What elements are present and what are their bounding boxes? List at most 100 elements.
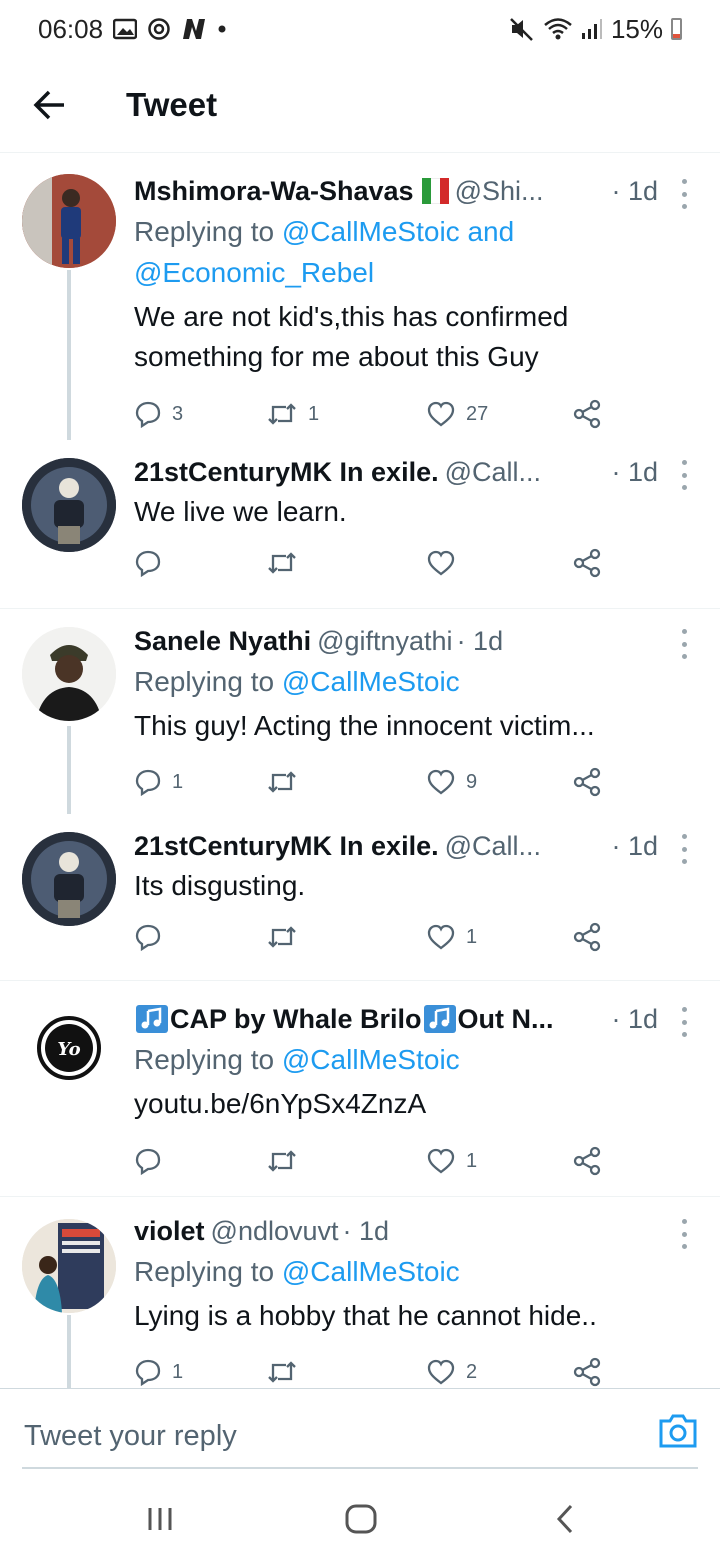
author-name-suffix[interactable]: Out N...: [458, 999, 554, 1039]
more-options-icon[interactable]: [676, 1007, 692, 1037]
mention-link[interactable]: @CallMeStoic: [282, 1256, 460, 1287]
like-button[interactable]: 1: [426, 919, 477, 955]
retweet-button[interactable]: [266, 545, 308, 581]
tweet-item[interactable]: Mshimora-Wa-Shavas @Shi... · 1d Replying…: [0, 153, 720, 440]
tweet-actions: 1 9: [134, 764, 614, 800]
reply-button[interactable]: 3: [134, 396, 183, 432]
like-button[interactable]: 27: [426, 396, 488, 432]
author-name[interactable]: violet: [134, 1211, 205, 1251]
tweet-time[interactable]: · 1d: [339, 1211, 390, 1251]
like-count: 1: [466, 1149, 478, 1172]
camera-icon[interactable]: [658, 1413, 698, 1454]
author-handle[interactable]: @Call...: [445, 452, 541, 492]
tweet-time[interactable]: · 1d: [453, 621, 504, 661]
mention-link[interactable]: @CallMeStoic: [282, 1044, 460, 1075]
like-count: 1: [466, 925, 478, 948]
tweet-item[interactable]: violet @ndlovuvt · 1d Replying to @CallM…: [0, 1197, 720, 1389]
reply-count: 1: [172, 1360, 184, 1383]
replying-to: Replying to @CallMeStoic: [134, 1251, 658, 1292]
like-button[interactable]: [426, 545, 466, 581]
retweet-button[interactable]: [266, 764, 308, 800]
tweet-time[interactable]: · 1d: [605, 999, 658, 1039]
more-options-icon[interactable]: [676, 1219, 692, 1249]
share-button[interactable]: [572, 1143, 602, 1179]
author-name[interactable]: CAP by Whale Brilo: [170, 999, 422, 1039]
share-button[interactable]: [572, 919, 602, 955]
avatar[interactable]: [22, 458, 116, 552]
like-count: 2: [466, 1360, 478, 1383]
heart-icon: [427, 550, 455, 576]
tweet-link[interactable]: youtu.be/6nYpSx4ZnzA: [134, 1084, 658, 1124]
share-button[interactable]: [572, 396, 602, 432]
reply-input[interactable]: [22, 1407, 606, 1465]
tweet-item[interactable]: Sanele Nyathi @giftnyathi · 1d Replying …: [0, 609, 720, 814]
tweet-item[interactable]: 21stCenturyMK In exile. @Call... · 1d It…: [0, 814, 720, 981]
back-arrow-icon[interactable]: [30, 85, 70, 125]
retweet-count: 1: [308, 402, 320, 425]
share-button[interactable]: [572, 545, 602, 581]
status-bar: 06:08 15%: [0, 0, 720, 58]
share-button[interactable]: [572, 764, 602, 800]
retweet-button[interactable]: [266, 919, 308, 955]
replying-to-label: Replying to: [134, 1044, 275, 1075]
author-handle[interactable]: @ndlovuvt: [211, 1211, 339, 1251]
author-name[interactable]: Sanele Nyathi: [134, 621, 311, 661]
author-name[interactable]: Mshimora-Wa-Shavas: [134, 171, 414, 211]
tweet-item[interactable]: Yo CAP by Whale Brilo Out N... · 1d Repl…: [0, 981, 720, 1197]
author-handle[interactable]: @Shi...: [455, 171, 544, 211]
more-options-icon[interactable]: [676, 629, 692, 659]
avatar[interactable]: Yo: [22, 1001, 116, 1095]
tweet-actions: 1: [134, 919, 614, 955]
like-button[interactable]: 2: [426, 1354, 477, 1390]
tweet-item[interactable]: 21stCenturyMK In exile. @Call... · 1d We…: [0, 440, 720, 609]
avatar[interactable]: [22, 174, 116, 268]
reply-count: 1: [172, 770, 184, 793]
share-button[interactable]: [572, 1354, 602, 1390]
reply-icon: [135, 1148, 161, 1175]
retweet-button[interactable]: [266, 1143, 308, 1179]
more-options-icon[interactable]: [676, 834, 692, 864]
thread-line: [67, 1315, 71, 1389]
avatar[interactable]: [22, 832, 116, 926]
retweet-icon: [268, 926, 296, 948]
mention-link[interactable]: @Economic_Rebel: [134, 257, 374, 288]
retweet-button[interactable]: 1: [266, 396, 319, 432]
like-count: 9: [466, 770, 478, 793]
tweet-time[interactable]: · 1d: [605, 826, 658, 866]
tweet-time[interactable]: · 1d: [605, 171, 658, 211]
tweet-content: 21stCenturyMK In exile. @Call... · 1d We…: [134, 452, 658, 532]
like-button[interactable]: 1: [426, 1143, 477, 1179]
avatar[interactable]: [22, 627, 116, 721]
more-options-icon[interactable]: [676, 179, 692, 209]
mention-link[interactable]: @CallMeStoic: [282, 666, 460, 697]
retweet-icon: [268, 771, 296, 793]
avatar[interactable]: [22, 1219, 116, 1313]
author-name[interactable]: 21stCenturyMK In exile.: [134, 452, 439, 492]
retweet-icon: [268, 1361, 296, 1383]
mention-connector: and: [459, 216, 515, 247]
tweet-time[interactable]: · 1d: [605, 452, 658, 492]
author-name[interactable]: 21stCenturyMK In exile.: [134, 826, 439, 866]
tweet-content: violet @ndlovuvt · 1d Replying to @CallM…: [134, 1211, 658, 1336]
reply-button[interactable]: 1: [134, 764, 183, 800]
reply-button[interactable]: [134, 919, 172, 955]
recent-apps-icon[interactable]: [144, 1502, 176, 1536]
author-handle[interactable]: @Call...: [445, 826, 541, 866]
tweet-actions: 3 1 27: [134, 396, 614, 432]
tweet-actions: 1 2: [134, 1354, 614, 1390]
reply-button[interactable]: 1: [134, 1354, 183, 1390]
more-options-icon[interactable]: [676, 460, 692, 490]
author-handle[interactable]: @giftnyathi: [317, 621, 452, 661]
tweet-header: violet @ndlovuvt · 1d: [134, 1211, 658, 1251]
home-icon[interactable]: [342, 1502, 380, 1536]
tweet-actions: [134, 545, 614, 581]
mention-link[interactable]: @CallMeStoic: [282, 216, 460, 247]
signal-icon: [581, 18, 603, 40]
reply-icon: [135, 924, 161, 951]
retweet-button[interactable]: [266, 1354, 308, 1390]
tweet-header: 21stCenturyMK In exile. @Call... · 1d: [134, 826, 658, 866]
reply-button[interactable]: [134, 545, 172, 581]
reply-button[interactable]: [134, 1143, 172, 1179]
system-back-icon[interactable]: [550, 1502, 580, 1536]
like-button[interactable]: 9: [426, 764, 477, 800]
